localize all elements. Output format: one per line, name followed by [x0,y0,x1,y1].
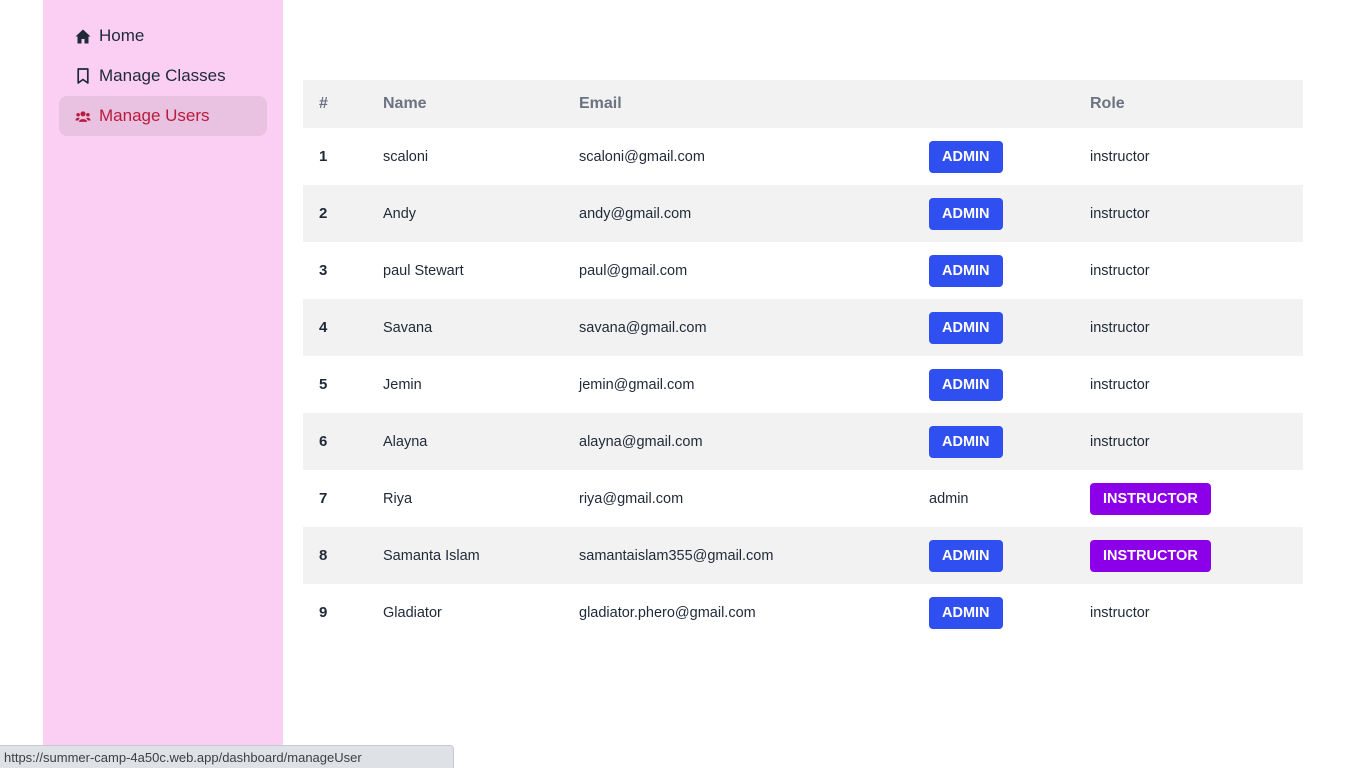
make-admin-button[interactable]: ADMIN [929,539,1003,572]
sidebar: Home Manage Classes Manage Users [43,0,283,768]
user-role: instructor [1090,604,1150,621]
user-role: instructor [1090,319,1150,336]
row-number: 1 [319,148,328,165]
user-email: paul@gmail.com [579,262,688,279]
user-name: paul Stewart [383,262,464,279]
sidebar-item-manage-classes[interactable]: Manage Classes [59,56,267,96]
row-number: 8 [319,547,328,564]
make-admin-button[interactable]: ADMIN [929,368,1003,401]
user-role: instructor [1090,433,1150,450]
user-role: instructor [1090,262,1150,279]
make-admin-button[interactable]: ADMIN [929,254,1003,287]
user-email: jemin@gmail.com [579,376,695,393]
user-email: riya@gmail.com [579,490,684,507]
row-number: 4 [319,319,328,336]
admin-role-text: admin [929,490,969,507]
user-email: gladiator.phero@gmail.com [579,604,756,621]
user-role: instructor [1090,148,1150,165]
table-row: 5 Jemin jemin@gmail.com ADMIN instructor [303,356,1303,413]
row-number: 9 [319,604,328,621]
row-number: 6 [319,433,328,450]
column-header-role: Role [1090,95,1125,112]
sidebar-item-label: Home [99,26,145,45]
make-instructor-button[interactable]: INSTRUCTOR [1090,539,1211,572]
sidebar-item-home[interactable]: Home [59,16,267,56]
column-header-name: Name [383,95,427,112]
home-icon [75,28,91,44]
row-number: 7 [319,490,328,507]
user-role: instructor [1090,376,1150,393]
sidebar-item-manage-users[interactable]: Manage Users [59,96,267,136]
table-row: 1 scaloni scaloni@gmail.com ADMIN instru… [303,128,1303,185]
user-name: scaloni [383,148,429,165]
column-header-number: # [319,95,328,112]
table-row: 2 Andy andy@gmail.com ADMIN instructor [303,185,1303,242]
user-name: Andy [383,205,417,222]
user-role: instructor [1090,205,1150,222]
make-admin-button[interactable]: ADMIN [929,140,1003,173]
make-admin-button[interactable]: ADMIN [929,197,1003,230]
table-row: 7 Riya riya@gmail.com admin INSTRUCTOR [303,470,1303,527]
make-admin-button[interactable]: ADMIN [929,596,1003,629]
sidebar-nav: Home Manage Classes Manage Users [59,16,267,136]
row-number: 3 [319,262,328,279]
user-email: savana@gmail.com [579,319,707,336]
status-bar-url: https://summer-camp-4a50c.web.app/dashbo… [0,745,454,768]
table-row: 3 paul Stewart paul@gmail.com ADMIN inst… [303,242,1303,299]
user-name: Samanta Islam [383,547,480,564]
make-admin-button[interactable]: ADMIN [929,311,1003,344]
user-email: scaloni@gmail.com [579,148,705,165]
user-name: Savana [383,319,433,336]
users-table-container: # Name Email Role 1 scaloni scaloni@gmai… [303,80,1303,641]
bookmark-icon [75,68,91,84]
make-instructor-button[interactable]: INSTRUCTOR [1090,482,1211,515]
make-admin-button[interactable]: ADMIN [929,425,1003,458]
row-number: 2 [319,205,328,222]
sidebar-item-label: Manage Classes [99,66,226,85]
user-name: Gladiator [383,604,442,621]
table-row: 6 Alayna alayna@gmail.com ADMIN instruct… [303,413,1303,470]
table-header-row: # Name Email Role [303,80,1303,128]
user-name: Jemin [383,376,422,393]
table-row: 8 Samanta Islam samantaislam355@gmail.co… [303,527,1303,584]
users-icon [75,108,91,124]
users-table: # Name Email Role 1 scaloni scaloni@gmai… [303,80,1303,641]
column-header-email: Email [579,95,622,112]
user-name: Alayna [383,433,428,450]
user-email: andy@gmail.com [579,205,692,222]
user-email: alayna@gmail.com [579,433,703,450]
row-number: 5 [319,376,328,393]
user-email: samantaislam355@gmail.com [579,547,774,564]
column-header-action [913,80,1074,128]
table-row: 4 Savana savana@gmail.com ADMIN instruct… [303,299,1303,356]
sidebar-item-label: Manage Users [99,106,210,125]
table-row: 9 Gladiator gladiator.phero@gmail.com AD… [303,584,1303,641]
user-name: Riya [383,490,413,507]
